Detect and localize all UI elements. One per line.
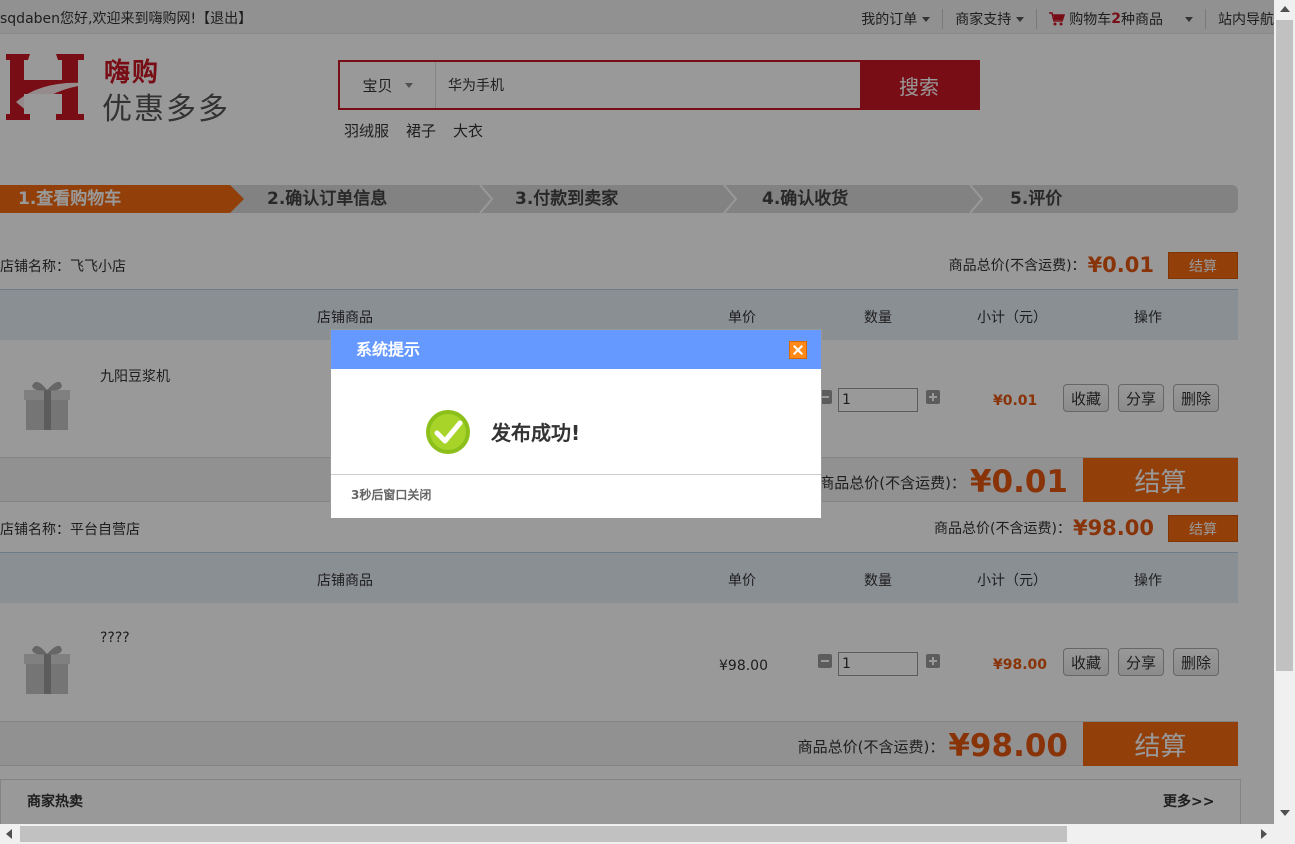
scrollbar-corner	[1274, 824, 1295, 844]
system-dialog: 系统提示 发布成功! 3秒后窗口关闭	[330, 329, 822, 519]
check-circle-icon	[426, 410, 470, 454]
dialog-body: 发布成功!	[331, 369, 821, 475]
vertical-scrollbar[interactable]	[1274, 0, 1295, 824]
dialog-footer: 3秒后窗口关闭	[351, 488, 432, 502]
horizontal-scroll-thumb[interactable]	[20, 826, 1067, 842]
dialog-message: 发布成功!	[491, 421, 581, 445]
vertical-scroll-thumb[interactable]	[1276, 20, 1293, 671]
scroll-up-icon[interactable]	[1280, 6, 1290, 12]
dialog-title: 系统提示	[356, 340, 421, 359]
page: sqdaben您好,欢迎来到嗨购网!【退出】 我的订单 商家支持 购物车 2 种商品	[0, 0, 1274, 824]
horizontal-scrollbar[interactable]	[0, 824, 1274, 844]
scroll-left-icon[interactable]	[6, 829, 12, 839]
close-icon[interactable]	[789, 341, 807, 359]
dialog-header: 系统提示	[331, 330, 821, 369]
scroll-down-icon[interactable]	[1280, 810, 1290, 816]
scroll-right-icon[interactable]	[1261, 829, 1267, 839]
